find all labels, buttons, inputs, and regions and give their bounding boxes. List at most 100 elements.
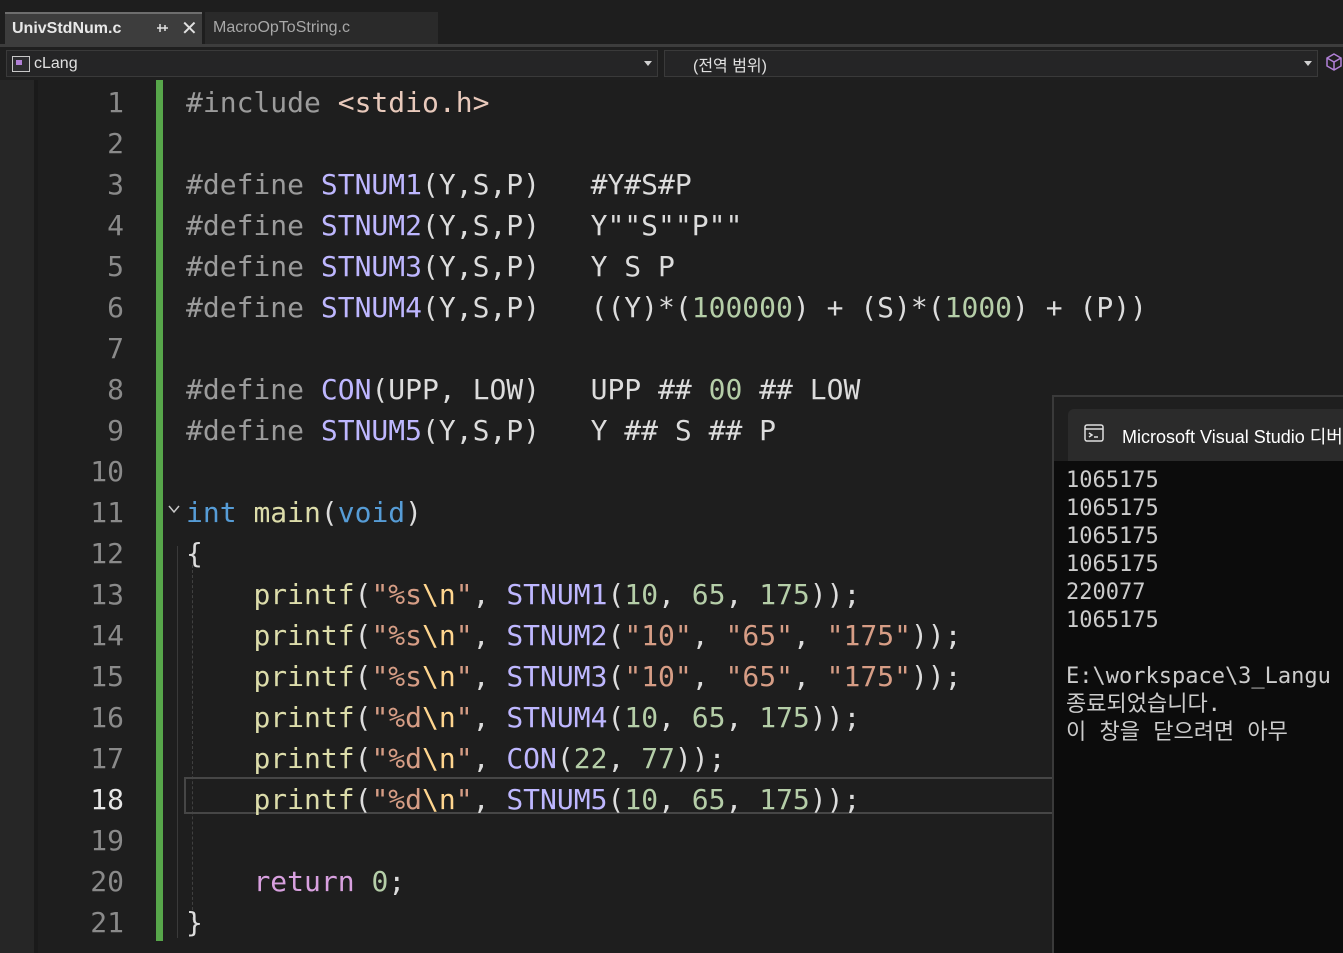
line-number: 19 <box>90 824 124 857</box>
code-token: 10 <box>624 701 659 734</box>
code-line[interactable]: #define STNUM3(Y,S,P) Y S P <box>186 246 675 287</box>
code-token: "%d <box>371 742 423 775</box>
console-title: Microsoft Visual Studio 디버 <box>1122 427 1343 447</box>
code-token: , <box>658 701 692 734</box>
code-token: , <box>658 578 692 611</box>
code-line[interactable]: printf("%d\n", STNUM5(10, 65, 175)); <box>186 779 860 820</box>
code-token: , <box>725 783 760 816</box>
code-token: ) <box>405 496 423 529</box>
code-token: STNUM5 <box>506 783 608 816</box>
code-token: \n <box>422 701 456 734</box>
code-token: ; <box>388 865 406 898</box>
code-line[interactable]: #define STNUM1(Y,S,P) #Y#S#P <box>186 164 692 205</box>
code-token: , <box>472 742 507 775</box>
scope-name: (전역 범위) <box>693 57 767 75</box>
code-token: ( <box>354 783 372 816</box>
tab-label: UnivStdNum.c <box>12 20 122 37</box>
console-output-line: 1065175 <box>1066 496 1159 521</box>
code-line[interactable]: printf("%s\n", STNUM2("10", "65", "175")… <box>186 615 961 656</box>
code-token: \n <box>422 783 456 816</box>
collapse-icon[interactable] <box>167 502 181 516</box>
line-number: 11 <box>90 496 124 529</box>
code-line[interactable]: #define CON(UPP, LOW) UPP ## 00 ## LOW <box>186 369 860 410</box>
code-token: STNUM1 <box>320 168 423 201</box>
project-dropdown[interactable]: cLang <box>6 50 658 77</box>
tab-macrooptostring[interactable]: MacroOpToString.c <box>205 12 438 44</box>
code-token: (UPP, LOW) UPP ## <box>371 373 709 406</box>
code-line[interactable]: #define STNUM5(Y,S,P) Y ## S ## P <box>186 410 776 451</box>
code-token: return <box>253 865 355 898</box>
code-token: ( <box>354 619 372 652</box>
scope-dropdown[interactable]: (전역 범위) <box>664 50 1318 77</box>
code-line[interactable]: #include <stdio.h> <box>186 82 489 123</box>
code-token: \n <box>422 619 456 652</box>
code-token: , <box>607 742 642 775</box>
project-icon <box>12 55 30 72</box>
cube-icon <box>1326 53 1342 71</box>
close-icon[interactable]: ✕ <box>181 19 198 39</box>
code-token: 00 <box>708 373 743 406</box>
code-token: STNUM2 <box>506 619 608 652</box>
code-token: , <box>691 660 726 693</box>
code-token: ( <box>354 701 372 734</box>
code-token: ( <box>354 742 372 775</box>
chevron-down-icon <box>1304 61 1312 66</box>
code-token: CON <box>506 742 557 775</box>
line-number: 16 <box>90 701 124 734</box>
code-line[interactable]: } <box>186 902 203 943</box>
code-token: CON <box>320 373 372 406</box>
code-line[interactable]: printf("%d\n", STNUM4(10, 65, 175)); <box>186 697 860 738</box>
code-line[interactable]: { <box>186 533 203 574</box>
code-token: , <box>658 783 692 816</box>
line-number: 12 <box>90 537 124 570</box>
line-number: 5 <box>107 250 124 283</box>
indicator-margin <box>0 80 34 953</box>
code-token: 65 <box>691 578 726 611</box>
code-token: ( <box>354 578 372 611</box>
code-token: main <box>253 496 321 529</box>
line-number: 3 <box>107 168 124 201</box>
console-output-line: 220077 <box>1066 580 1146 605</box>
code-token: "175" <box>826 619 911 652</box>
code-token: 175 <box>759 783 810 816</box>
code-line[interactable]: #define STNUM2(Y,S,P) Y""S""P"" <box>186 205 742 246</box>
code-token: "%s <box>371 660 423 693</box>
debug-console-window[interactable]: Microsoft Visual Studio 디버 1065175 106517… <box>1052 395 1343 953</box>
code-token: #include <box>186 86 338 119</box>
code-token: )); <box>809 578 861 611</box>
code-token: , <box>472 619 507 652</box>
code-line[interactable]: #define STNUM4(Y,S,P) ((Y)*(100000) + (S… <box>186 287 1147 328</box>
line-number: 7 <box>107 332 124 365</box>
tab-univstdnum[interactable]: UnivStdNum.c ✕ <box>5 12 202 44</box>
project-name: cLang <box>34 54 78 72</box>
code-token: ## LOW <box>742 373 861 406</box>
code-token: printf <box>253 578 355 611</box>
code-token: " <box>455 660 473 693</box>
code-line[interactable]: return 0; <box>186 861 405 902</box>
code-token: (Y,S,P) Y ## S ## P <box>422 414 777 447</box>
code-line[interactable]: int main(void) <box>186 492 422 533</box>
code-token: , <box>472 660 507 693</box>
code-token: ) + (S)*( <box>792 291 945 324</box>
tab-label: MacroOpToString.c <box>213 19 350 36</box>
line-number: 14 <box>90 619 124 652</box>
code-token: "%s <box>371 578 423 611</box>
console-tab[interactable]: Microsoft Visual Studio 디버 <box>1068 409 1343 461</box>
code-token: "%s <box>371 619 423 652</box>
pin-icon[interactable] <box>155 21 169 37</box>
code-token: ( <box>607 660 625 693</box>
line-number: 13 <box>90 578 124 611</box>
code-line[interactable]: printf("%s\n", STNUM3("10", "65", "175")… <box>186 656 961 697</box>
code-token: void <box>337 496 406 529</box>
code-token: 0 <box>371 865 389 898</box>
code-token: <stdio.h> <box>337 86 490 119</box>
code-line[interactable]: printf("%s\n", STNUM1(10, 65, 175)); <box>186 574 860 615</box>
code-line[interactable]: printf("%d\n", CON(22, 77)); <box>186 738 725 779</box>
code-token: 65 <box>691 783 726 816</box>
console-output-line: E:\workspace\3_Langu <box>1066 664 1331 689</box>
console-titlebar: Microsoft Visual Studio 디버 <box>1054 397 1343 461</box>
code-token: printf <box>253 701 355 734</box>
